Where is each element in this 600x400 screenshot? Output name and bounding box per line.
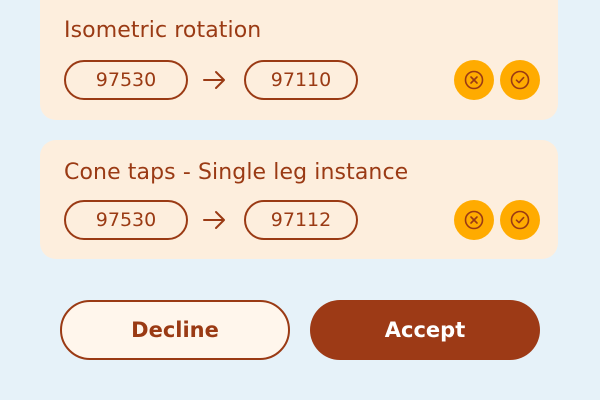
card-title: Cone taps - Single leg instance xyxy=(64,160,409,185)
code-row: 97530 97112 xyxy=(64,200,544,240)
original-code-pill: 97530 xyxy=(64,200,188,240)
code-change-card-1: Isometric rotation 97530 97110 xyxy=(40,0,558,120)
suggested-code-pill: 97112 xyxy=(244,200,358,240)
decline-button[interactable]: Decline xyxy=(60,300,290,360)
accept-button[interactable]: Accept xyxy=(310,300,540,360)
suggested-code-pill: 97110 xyxy=(244,60,358,100)
check-circle-icon xyxy=(510,70,530,90)
arrow-right-icon xyxy=(203,211,225,229)
card-title: Isometric rotation xyxy=(64,18,262,43)
confirm-change-button[interactable] xyxy=(500,200,540,240)
reject-change-button[interactable] xyxy=(454,60,494,100)
original-code-pill: 97530 xyxy=(64,60,188,100)
code-row: 97530 97110 xyxy=(64,60,544,100)
confirm-change-button[interactable] xyxy=(500,60,540,100)
check-circle-icon xyxy=(510,210,530,230)
arrow-right-icon xyxy=(203,71,225,89)
code-change-card-2: Cone taps - Single leg instance 97530 97… xyxy=(40,140,558,259)
x-circle-icon xyxy=(464,70,484,90)
reject-change-button[interactable] xyxy=(454,200,494,240)
x-circle-icon xyxy=(464,210,484,230)
